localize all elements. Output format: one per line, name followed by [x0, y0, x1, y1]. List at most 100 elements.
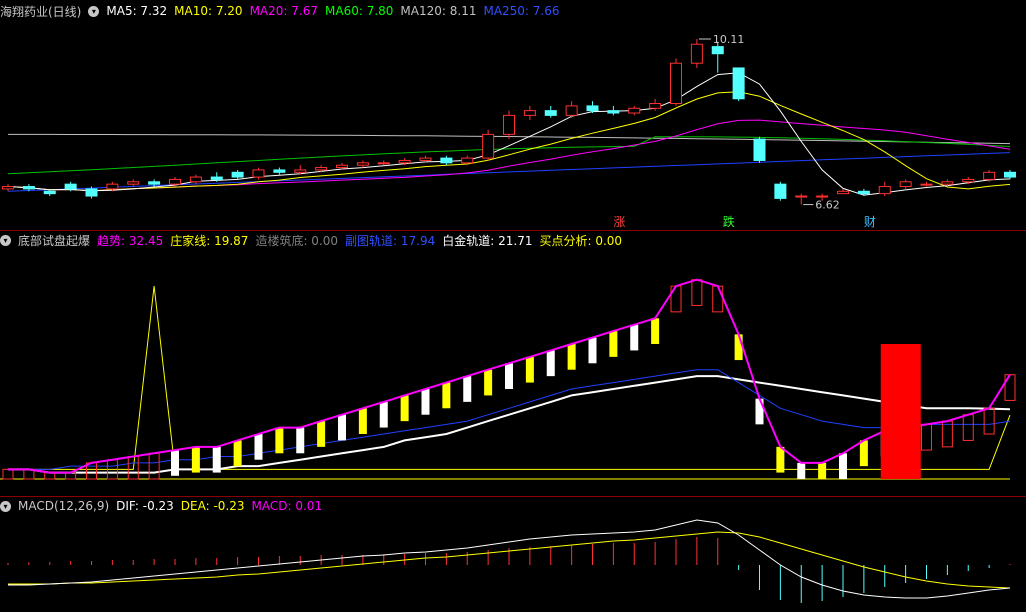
candle-body: [294, 169, 307, 173]
trend-bar: [525, 356, 534, 383]
trend-bar: [171, 450, 179, 476]
candle-body: [690, 43, 703, 64]
candle-body: [419, 157, 432, 161]
mid-indicator-label-2: 造楼筑底: 0.00: [255, 233, 339, 248]
mid-indicator-label-5: 买点分析: 0.00: [539, 233, 623, 248]
candle-body: [523, 110, 536, 116]
mid-panel-title: 底部试盘起爆: [18, 233, 91, 248]
price-chart[interactable]: 10.11 6.62 涨 跌 财: [0, 20, 1026, 230]
candle-body: [941, 181, 954, 185]
candle-body: [920, 183, 933, 186]
ma-label-2: MA20: 7.67: [249, 4, 318, 18]
candle-body: [169, 178, 181, 185]
candle-body: [127, 181, 140, 185]
macd-indicators: DIF: -0.23 DEA: -0.23 MACD: 0.01: [116, 499, 329, 513]
mid-indicator-label-1: 庄家线: 19.87: [170, 233, 249, 248]
event-marker: 跌: [723, 214, 735, 229]
ma-label-5: MA250: 7.66: [483, 4, 560, 18]
dropdown-icon[interactable]: ▾: [0, 234, 11, 246]
candle-body: [816, 195, 829, 198]
candle-body: [607, 110, 620, 114]
trend-bar: [442, 382, 451, 409]
trend-bar: [505, 363, 513, 389]
trend-bar: [400, 395, 409, 422]
trend-bar: [921, 423, 932, 451]
event-marker: 涨: [613, 214, 625, 229]
candle-body: [85, 188, 98, 197]
mid-indicators: 趋势: 32.45 庄家线: 19.87 造楼筑底: 0.00 副图轨道: 17.94…: [97, 232, 629, 249]
trend-bar: [797, 462, 806, 479]
trend-bar: [275, 427, 284, 454]
trend-bar: [421, 389, 430, 415]
main-panel-header: 海翔药业(日线) ▾ MA5: 7.32 MA10: 7.20 MA20: 7.67…: [0, 2, 574, 20]
candle-body: [43, 190, 56, 195]
trend-bar: [484, 369, 493, 396]
dropdown-icon[interactable]: ▾: [0, 500, 11, 512]
ma-label-0: MA5: 7.32: [106, 4, 168, 18]
candle-body: [899, 181, 912, 188]
candle-body: [1004, 171, 1016, 178]
candle-body: [356, 162, 369, 166]
candle-body: [670, 62, 682, 105]
bottom-breakout-indicator-chart[interactable]: [0, 249, 1026, 496]
low-price-label: 6.62: [815, 199, 840, 212]
mid-indicator-label-0: 趋势: 32.45: [97, 233, 164, 248]
trend-bar: [839, 453, 847, 479]
candle-body: [189, 176, 202, 183]
trend-bar: [962, 414, 974, 441]
trend-bar: [818, 462, 827, 479]
mid-indicator-label-4: 白金轨道: 21.71: [442, 233, 533, 248]
trend-bar: [233, 440, 242, 467]
candle-body: [837, 190, 849, 195]
candle-body: [878, 186, 891, 195]
candle-body: [461, 157, 474, 164]
candle-body: [565, 105, 578, 116]
candle-body: [336, 164, 348, 169]
macd-panel-header: ▾ MACD(12,26,9) DIF: -0.23 DEA: -0.23 MACD…: [0, 497, 336, 515]
trend-bar: [379, 401, 388, 428]
candle-body: [252, 169, 265, 178]
candle-body: [2, 186, 14, 190]
trend-bar: [254, 434, 263, 460]
trend-bar: [296, 427, 305, 454]
candle-body: [732, 67, 745, 100]
ma-label-3: MA60: 7.80: [325, 4, 394, 18]
trend-bar: [609, 331, 618, 357]
candle-body: [711, 46, 724, 55]
candle-body: [753, 138, 766, 161]
trend-bar: [463, 376, 472, 402]
trend-bar: [859, 440, 868, 467]
candle-body: [210, 176, 223, 180]
trend-bar: [776, 446, 785, 473]
event-marker: 财: [864, 215, 876, 229]
candle-body: [774, 183, 787, 199]
trend-bar: [338, 414, 346, 441]
candle-body: [482, 133, 495, 159]
candle-body: [503, 114, 515, 135]
candle-body: [628, 107, 641, 114]
trend-bar: [317, 421, 326, 447]
trend-bar: [630, 324, 639, 351]
candle-body: [857, 190, 870, 195]
candle-body: [962, 178, 975, 183]
candle-body: [398, 159, 411, 164]
trend-bar: [212, 446, 221, 473]
trend-bar: [755, 398, 764, 425]
trend-bar: [734, 334, 743, 361]
candle-body: [148, 181, 161, 185]
trend-bar: [941, 420, 953, 448]
ma250-line: [7, 152, 1011, 192]
candle-body: [440, 157, 453, 164]
macd-chart[interactable]: [0, 515, 1026, 612]
trend-bar: [191, 446, 200, 473]
trend-bar: [983, 407, 995, 435]
candle-body: [231, 171, 244, 178]
macd-indicator-label-0: DIF: -0.23: [116, 499, 174, 513]
dropdown-icon[interactable]: ▾: [88, 5, 100, 17]
macd-indicator-label-1: DEA: -0.23: [180, 499, 245, 513]
trend-bar: [651, 318, 660, 344]
candle-body: [64, 183, 77, 190]
macd-title: MACD(12,26,9): [18, 499, 110, 513]
ma-label-4: MA120: 8.11: [400, 4, 477, 18]
mid-indicator-label-3: 副图轨道: 17.94: [345, 233, 436, 248]
